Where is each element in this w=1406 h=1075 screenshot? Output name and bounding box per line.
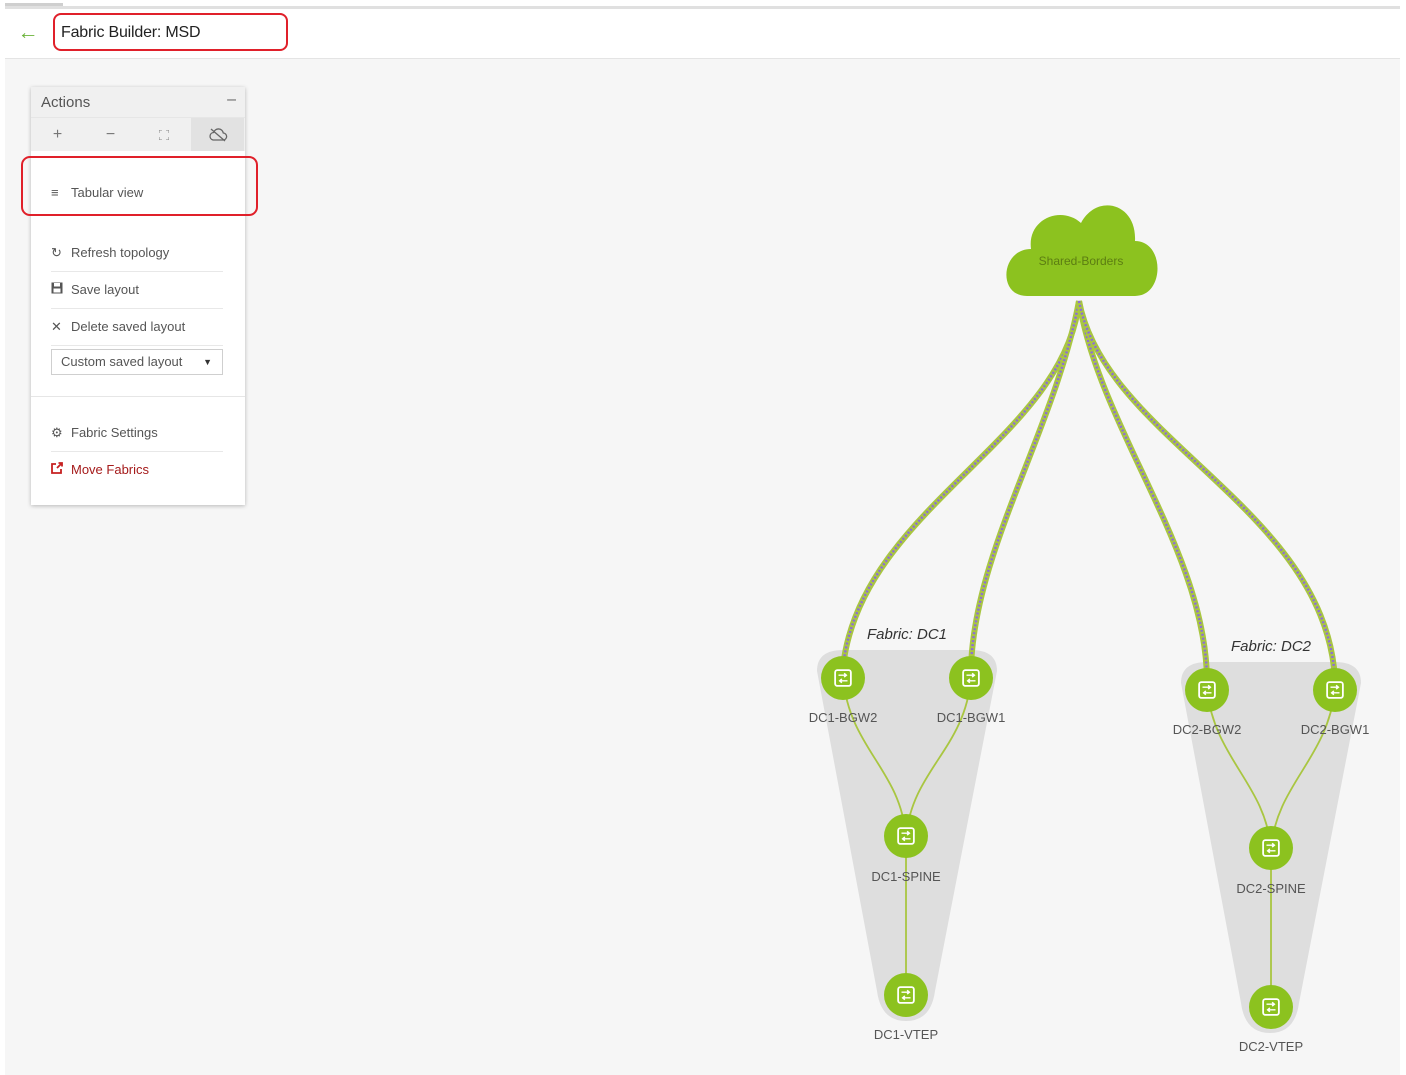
app-frame: ← Fabric Builder: MSD Actions – + − ≡ Ta… (5, 6, 1400, 1075)
fabric-dc2-label: Fabric: DC2 (1231, 638, 1312, 655)
fabric-dc1-label: Fabric: DC1 (867, 626, 947, 643)
topology-canvas: Shared-Borders Fabric: DC1 Fabric: DC2 D… (809, 205, 1370, 1054)
cloud-label: Shared-Borders (1039, 254, 1124, 268)
node-label: DC2-BGW2 (1173, 722, 1242, 737)
node-label: DC1-BGW1 (937, 710, 1006, 725)
shared-borders-cloud[interactable]: Shared-Borders (1006, 205, 1158, 296)
node-label: DC2-VTEP (1239, 1039, 1303, 1054)
uplinks (840, 300, 1338, 680)
node-label: DC1-SPINE (871, 869, 941, 884)
node-label: DC1-BGW2 (809, 710, 878, 725)
node-label: DC2-SPINE (1236, 881, 1306, 896)
node-label: DC1-VTEP (874, 1027, 938, 1042)
node-label: DC2-BGW1 (1301, 722, 1370, 737)
